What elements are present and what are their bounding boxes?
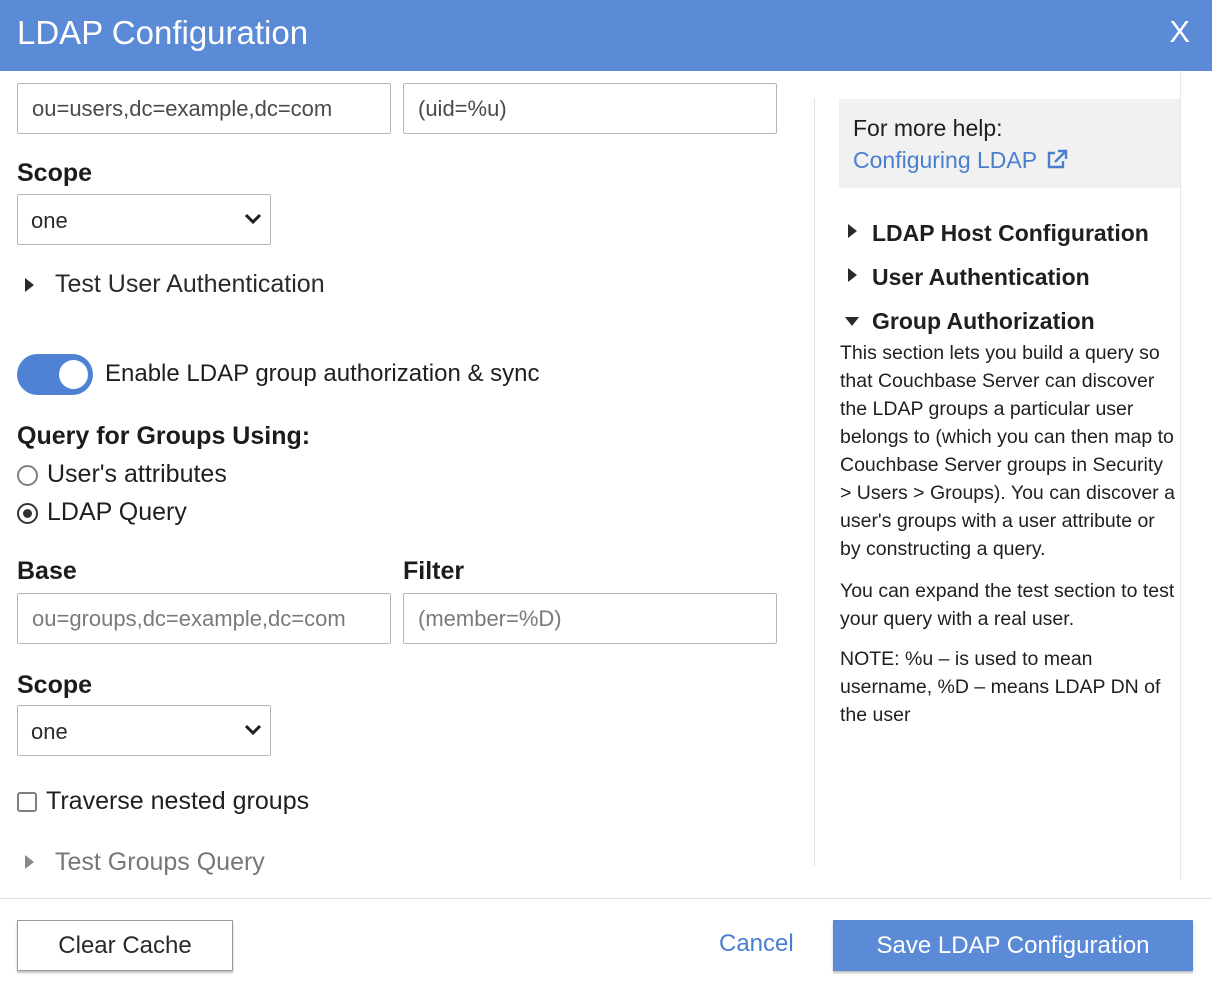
footer-divider — [0, 898, 1212, 899]
configuring-ldap-link[interactable]: Configuring LDAP — [853, 147, 1068, 174]
sidebar-item-user-auth[interactable]: User Authentication — [872, 264, 1090, 291]
group-auth-description: This section lets you build a query so t… — [840, 342, 1175, 560]
user-scope-label: Scope — [17, 159, 93, 187]
dialog-title: LDAP Configuration — [17, 14, 309, 51]
traverse-nested-checkbox[interactable] — [17, 792, 37, 812]
chevron-down-icon — [244, 724, 262, 736]
radio-ldap-query-label: LDAP Query — [47, 498, 187, 526]
scrollbar-track — [1180, 71, 1181, 879]
config-form: ou=users,dc=example,dc=com (uid=%u) Scop… — [0, 71, 800, 879]
group-auth-test-note: You can expand the test section to test … — [840, 580, 1175, 630]
traverse-nested-label: Traverse nested groups — [46, 787, 310, 815]
group-base-label: Base — [17, 557, 77, 585]
dialog-header: LDAP Configuration X — [0, 0, 1212, 71]
help-text: For more help: — [853, 115, 1003, 141]
external-link-icon — [1047, 149, 1068, 169]
caret-right-icon — [25, 855, 34, 869]
group-sync-label: Enable LDAP group authorization & sync — [105, 360, 540, 387]
group-filter-input[interactable]: (member=%D) — [403, 593, 777, 644]
help-sidebar: For more help: Configuring LDAP LDAP Hos… — [815, 71, 1196, 879]
group-base-input[interactable]: ou=groups,dc=example,dc=com — [17, 593, 391, 644]
help-box: For more help: Configuring LDAP — [839, 99, 1180, 188]
caret-right-icon — [25, 278, 34, 292]
close-button[interactable]: X — [1169, 14, 1190, 50]
sidebar-scrollbar[interactable] — [1179, 71, 1191, 879]
user-dn-filter-input[interactable]: (uid=%u) — [403, 83, 777, 134]
radio-users-attributes[interactable] — [17, 465, 38, 486]
toggle-knob — [59, 360, 88, 389]
user-scope-value: one — [31, 208, 68, 233]
caret-down-icon — [845, 317, 859, 326]
cancel-button[interactable]: Cancel — [719, 930, 794, 958]
clear-cache-button[interactable]: Clear Cache — [17, 920, 233, 971]
sidebar-item-ldap-host[interactable]: LDAP Host Configuration — [872, 220, 1149, 247]
caret-right-icon — [848, 224, 857, 238]
group-scope-label: Scope — [17, 671, 93, 699]
chevron-down-icon — [244, 213, 262, 225]
query-groups-heading: Query for Groups Using: — [17, 422, 311, 450]
group-auth-variable-note: NOTE: %u – is used to mean username, %D … — [840, 648, 1161, 726]
save-ldap-config-button[interactable]: Save LDAP Configuration — [833, 920, 1193, 971]
group-filter-label: Filter — [403, 557, 465, 585]
configuring-ldap-link-label: Configuring LDAP — [853, 147, 1037, 173]
test-user-auth-expander[interactable]: Test User Authentication — [55, 270, 325, 299]
radio-ldap-query[interactable] — [17, 503, 38, 524]
caret-right-icon — [848, 268, 857, 282]
test-groups-query-expander[interactable]: Test Groups Query — [55, 848, 265, 877]
sidebar-item-group-auth[interactable]: Group Authorization — [872, 308, 1095, 335]
group-sync-toggle[interactable] — [17, 354, 93, 395]
group-scope-select[interactable]: one — [17, 705, 271, 756]
radio-users-attributes-label: User's attributes — [47, 460, 227, 488]
group-scope-value: one — [31, 719, 68, 744]
user-scope-select[interactable]: one — [17, 194, 271, 245]
user-dn-base-input[interactable]: ou=users,dc=example,dc=com — [17, 83, 391, 134]
